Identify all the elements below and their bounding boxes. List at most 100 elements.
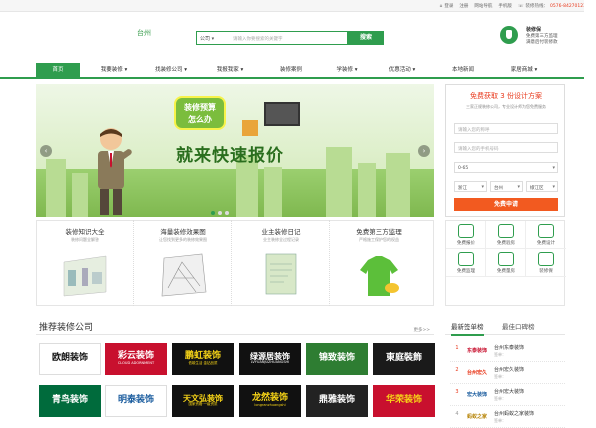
form-title: 免费获取 3 份设计方案 bbox=[470, 92, 542, 100]
tools-illustration bbox=[63, 255, 107, 297]
feature-knowledge[interactable]: 装修知识大全 装修问题全解答 bbox=[36, 220, 134, 306]
login-link[interactable]: ⌂ 登录 bbox=[439, 3, 454, 10]
area-select[interactable]: 0-65 bbox=[454, 162, 558, 173]
company-logo[interactable]: 鹏虹装饰 低碳生活 金钻品质 bbox=[172, 343, 234, 375]
nav-news[interactable]: 本地新闻 bbox=[440, 63, 486, 79]
quick-measure[interactable]: 免费量房 bbox=[486, 249, 526, 277]
search-category-select[interactable]: 公司 ▾ bbox=[200, 35, 214, 42]
quick-label: 免费验房 bbox=[497, 241, 515, 246]
sign-count: 签单： bbox=[494, 374, 506, 379]
supervise-icon bbox=[458, 252, 474, 266]
ranking-row[interactable]: 4 蚂蚁之家 台州蚂蚁之家装饰 签单： bbox=[450, 406, 565, 428]
company-logo[interactable]: 欧朗装饰 bbox=[39, 343, 101, 375]
company-name: 锦致装饰 bbox=[318, 353, 355, 364]
quick-guard[interactable]: 装修保 bbox=[526, 249, 566, 277]
ranking-row[interactable]: 1 东泰装饰 台州东泰装饰 签单： bbox=[450, 340, 565, 362]
guard-promo[interactable]: 装修保 免费第三方监理 满意后付装修款 bbox=[526, 27, 558, 46]
sketch-illustration bbox=[161, 253, 207, 297]
province-select[interactable]: 浙江 bbox=[454, 181, 487, 192]
main-nav: 首页 我要装修 ▾ 找装修公司 ▾ 我报我家 ▾ 装修案例 学装修 ▾ 优惠活动… bbox=[0, 63, 596, 79]
feature-subtitle: 严格施工保护您的权益 bbox=[359, 237, 399, 242]
company-logo[interactable]: 绿源居装饰 LVYUANJUZHUANGSHI bbox=[239, 343, 301, 375]
quick-label: 免费设计 bbox=[537, 241, 555, 246]
feature-subtitle: 让您找到更多的装修效果图 bbox=[159, 237, 207, 242]
shield-icon bbox=[538, 252, 554, 266]
company-logo[interactable]: 锦致装饰 bbox=[306, 343, 368, 375]
phone-field[interactable]: 请输入您的手机号码 bbox=[454, 142, 558, 153]
company-name: 台州东泰装饰 bbox=[494, 345, 525, 351]
building-illustration bbox=[46, 159, 66, 217]
ranking-row[interactable]: 3 宏大装饰 台州宏大装饰 签单： bbox=[450, 384, 565, 406]
quick-quote[interactable]: 免费报价 bbox=[446, 221, 486, 249]
sign-count: 签单： bbox=[494, 396, 506, 401]
city-select[interactable]: 台州 bbox=[490, 181, 523, 192]
company-logo[interactable]: 東庭裝飾 bbox=[373, 343, 435, 375]
rank-number: 3 bbox=[455, 389, 459, 395]
search-box: 公司 ▾ 请输入你要搜索的关键字 bbox=[196, 31, 348, 45]
city-selector[interactable]: 台州 bbox=[137, 28, 151, 38]
company-name: 東庭裝飾 bbox=[385, 353, 422, 364]
carousel-dot[interactable] bbox=[225, 211, 229, 215]
section-title: 推荐装修公司 bbox=[39, 323, 94, 333]
company-logo: 东泰装饰 bbox=[466, 347, 487, 354]
feature-diary[interactable]: 业主装修日记 业主装修全过程记录 bbox=[232, 220, 330, 306]
quick-label: 免费量房 bbox=[497, 269, 515, 274]
nav-decorate[interactable]: 我要装修 ▾ bbox=[91, 63, 137, 79]
building-illustration bbox=[72, 173, 88, 217]
quick-service-grid: 免费报价 免费验房 免费设计 免费监理 免费量房 装修保 bbox=[445, 220, 566, 306]
nav-cases[interactable]: 装修案例 bbox=[268, 63, 314, 79]
quick-label: 免费报价 bbox=[457, 241, 475, 246]
feature-title: 免费第三方监理 bbox=[356, 228, 402, 236]
company-logo[interactable]: 彩云装饰 CLOUD ADORNMENT bbox=[105, 343, 167, 375]
district-select[interactable]: 椒江区 bbox=[526, 181, 558, 192]
search-button[interactable]: 搜索 bbox=[348, 31, 384, 45]
more-link[interactable]: 更多>> bbox=[413, 327, 430, 333]
company-logo[interactable]: 天文弘装饰 国家资格·一级资质 bbox=[172, 385, 234, 417]
quick-label: 免费监理 bbox=[457, 269, 475, 274]
company-logo[interactable]: 明泰装饰 bbox=[105, 385, 167, 417]
building-illustration bbox=[264, 167, 282, 217]
company-logo: 蚂蚁之家 bbox=[466, 413, 487, 420]
businessman-illustration bbox=[98, 128, 132, 215]
company-tagline: 低碳生活 金钻品质 bbox=[188, 361, 218, 366]
nav-quote[interactable]: 我报我家 ▾ bbox=[205, 63, 255, 79]
ranking-row[interactable]: 2 台州宏久 台州宏久装饰 签单： bbox=[450, 362, 565, 384]
company-logo[interactable]: 鼎雅装饰 bbox=[306, 385, 368, 417]
register-link[interactable]: 注册 bbox=[459, 3, 468, 9]
name-field[interactable]: 请输入您的称呼 bbox=[454, 123, 558, 134]
nav-home[interactable]: 首页 bbox=[36, 63, 80, 79]
carousel-dot[interactable] bbox=[218, 211, 222, 215]
feature-supervision[interactable]: 免费第三方监理 严格施工保护您的权益 bbox=[330, 220, 428, 306]
hotline: ☏ 装修热线： 0576-84270123 bbox=[517, 3, 586, 10]
nav-deals[interactable]: 优惠活动 ▾ bbox=[377, 63, 427, 79]
measure-icon bbox=[498, 252, 514, 266]
form-subtitle: 三家正规装修公司，专业设计师为您免费服务 bbox=[466, 104, 546, 109]
company-name: 华荣装饰 bbox=[385, 395, 422, 406]
company-logo[interactable]: 青鸟装饰 bbox=[39, 385, 101, 417]
quick-supervise[interactable]: 免费监理 bbox=[446, 249, 486, 277]
carousel-dot[interactable] bbox=[211, 211, 215, 215]
banner-sign: 装修预算 怎么办 bbox=[174, 96, 226, 130]
tab-reputation[interactable]: 最佳口碑榜 bbox=[502, 321, 535, 331]
feature-gallery[interactable]: 海量装修效果图 让您找到更多的装修效果图 bbox=[134, 220, 232, 306]
scrollbar[interactable] bbox=[584, 0, 596, 421]
search-input[interactable]: 请输入你要搜索的关键字 bbox=[233, 36, 283, 42]
site-nav-link[interactable]: 网站导航 bbox=[474, 3, 492, 9]
mobile-link[interactable]: 手机版 bbox=[498, 3, 512, 9]
carousel-prev-button[interactable]: ‹ bbox=[40, 145, 52, 157]
notebook-illustration bbox=[265, 253, 297, 295]
banner-carousel[interactable]: 装修预算 怎么办 就来快速报价 bbox=[36, 84, 434, 217]
quick-design[interactable]: 免费设计 bbox=[526, 221, 566, 249]
nav-mall[interactable]: 家居商城 ▾ bbox=[496, 63, 552, 79]
free-apply-button[interactable]: 免费申请 bbox=[454, 198, 558, 211]
company-logo[interactable]: 华荣装饰 bbox=[373, 385, 435, 417]
home-icon: ⌂ bbox=[439, 3, 443, 9]
company-logo[interactable]: 龙然装饰 longranzhuangshi bbox=[239, 385, 301, 417]
nav-find-company[interactable]: 找装修公司 ▾ bbox=[144, 63, 198, 79]
building-illustration bbox=[326, 147, 352, 217]
nav-learn[interactable]: 学装修 ▾ bbox=[325, 63, 369, 79]
carousel-next-button[interactable]: › bbox=[418, 145, 430, 157]
quick-inspect[interactable]: 免费验房 bbox=[486, 221, 526, 249]
tab-latest[interactable]: 最新签单榜 bbox=[451, 321, 484, 336]
company-name: 台州宏大装饰 bbox=[494, 389, 525, 395]
